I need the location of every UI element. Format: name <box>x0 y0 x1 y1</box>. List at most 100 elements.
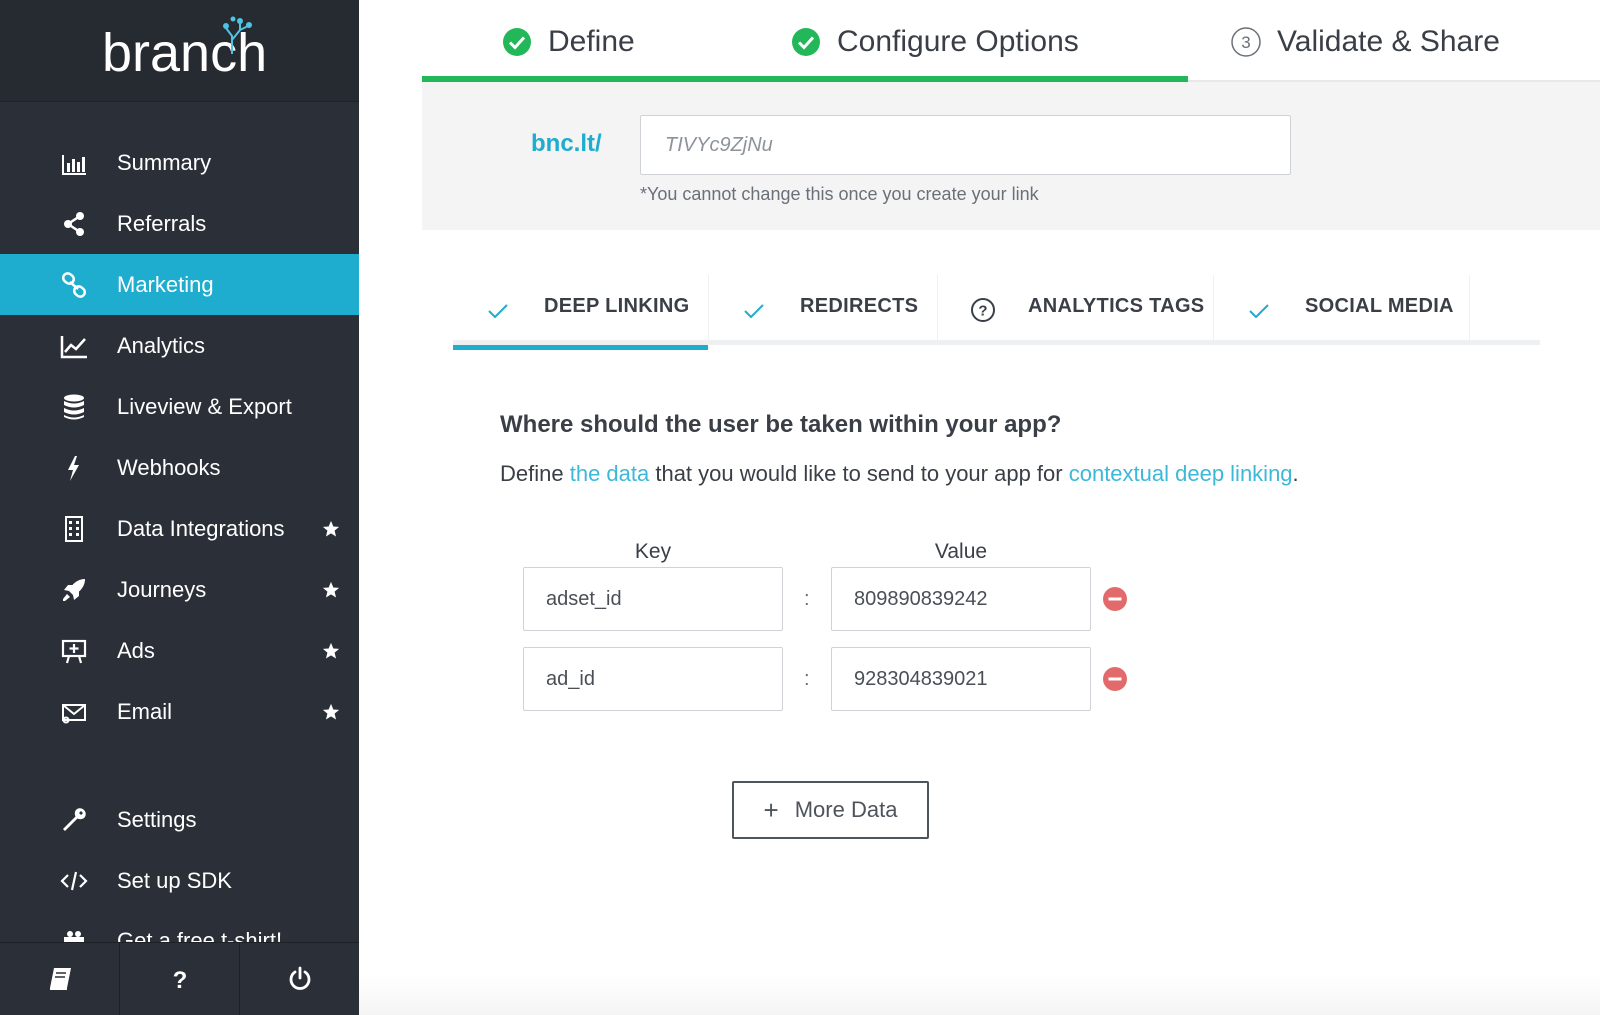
sidebar-item-data-integrations[interactable]: Data Integrations <box>0 498 359 559</box>
sidebar-item-setup-sdk[interactable]: Set up SDK <box>0 850 359 911</box>
check-icon <box>488 304 508 319</box>
sidebar-item-marketing[interactable]: Marketing <box>0 254 359 315</box>
section-description: Define the data that you would like to s… <box>500 461 1299 487</box>
bolt-icon <box>68 455 79 481</box>
sidebar-item-label: Marketing <box>117 271 214 297</box>
main-content: Define Configure Options 3 Validate & Sh… <box>359 0 1600 1015</box>
options-tabs: DEEP LINKING REDIRECTS ? ANALYTICS TAGS … <box>453 275 1540 350</box>
star-icon <box>322 581 340 598</box>
key-input[interactable] <box>523 567 783 631</box>
sidebar-item-label: Data Integrations <box>117 515 285 541</box>
step-configure-options[interactable]: Configure Options <box>791 22 1079 62</box>
link-icon <box>61 271 87 298</box>
help-icon: ? <box>172 967 187 992</box>
step-number-icon: 3 <box>1231 27 1261 57</box>
line-chart-icon <box>60 335 87 358</box>
power-icon <box>289 966 310 990</box>
code-icon <box>60 871 88 890</box>
star-icon <box>322 520 340 537</box>
remove-row-icon[interactable] <box>1102 666 1128 692</box>
value-input[interactable] <box>831 567 1091 631</box>
sidebar-item-label: Liveview & Export <box>117 393 292 419</box>
brand-logo[interactable]: branch <box>0 0 359 102</box>
step-define[interactable]: Define <box>502 22 635 62</box>
sidebar-item-label: Email <box>117 698 173 724</box>
rocket-icon <box>63 578 85 601</box>
sidebar-item-journeys[interactable]: Journeys <box>0 559 359 620</box>
sidebar-item-webhooks[interactable]: Webhooks <box>0 437 359 498</box>
svg-text:3: 3 <box>1241 33 1250 52</box>
logout-button[interactable] <box>240 943 359 1015</box>
sidebar-item-label: Summary <box>117 149 212 175</box>
check-circle-icon <box>503 28 531 56</box>
sidebar-item-label: Set up SDK <box>117 867 232 893</box>
check-icon <box>1249 304 1269 319</box>
tab-label: SOCIAL MEDIA <box>1305 295 1454 317</box>
sidebar-footer: ? <box>0 942 359 1015</box>
sidebar-item-liveview-export[interactable]: Liveview & Export <box>0 376 359 437</box>
stepper: Define Configure Options 3 Validate & Sh… <box>422 0 1600 82</box>
sidebar-item-summary[interactable]: Summary <box>0 132 359 193</box>
docs-button[interactable] <box>0 943 120 1015</box>
envelope-icon <box>62 703 86 723</box>
sidebar: branch Summary Referrals Marketing Analy… <box>0 0 359 1015</box>
kv-separator: : <box>804 668 810 690</box>
value-input[interactable] <box>831 647 1091 711</box>
tab-deep-linking[interactable]: DEEP LINKING <box>453 275 709 350</box>
svg-text:?: ? <box>978 303 987 320</box>
tab-redirects[interactable]: REDIRECTS <box>709 275 938 345</box>
sidebar-item-settings[interactable]: Settings <box>0 789 359 850</box>
desc-text: Define <box>500 461 570 486</box>
sidebar-item-label: Referrals <box>117 210 207 236</box>
star-icon <box>322 642 340 659</box>
more-data-label: More Data <box>794 797 898 822</box>
step-label: Configure Options <box>837 25 1079 58</box>
billboard-icon <box>61 639 87 663</box>
share-icon <box>64 211 84 236</box>
help-button[interactable]: ? <box>120 943 240 1015</box>
sidebar-item-label: Analytics <box>117 332 206 358</box>
section-heading: Where should the user be taken within yo… <box>500 411 1062 438</box>
tree-logo-icon <box>223 16 252 54</box>
sidebar-item-label: Journeys <box>117 576 207 602</box>
desc-text: . <box>1292 461 1299 486</box>
step-label: Define <box>548 25 635 58</box>
tab-label: REDIRECTS <box>800 295 919 317</box>
contextual-deep-linking-link[interactable]: contextual deep linking <box>1069 461 1293 486</box>
star-icon <box>322 703 340 720</box>
plus-icon: + <box>763 795 779 825</box>
more-data-button[interactable]: + More Data <box>732 781 929 839</box>
step-validate-share[interactable]: 3 Validate & Share <box>1231 22 1500 62</box>
remove-row-icon[interactable] <box>1102 586 1128 612</box>
key-input[interactable] <box>523 647 783 711</box>
tab-analytics-tags[interactable]: ? ANALYTICS TAGS <box>938 275 1214 345</box>
kv-separator: : <box>804 588 810 610</box>
tab-social-media[interactable]: SOCIAL MEDIA <box>1214 275 1470 345</box>
building-icon <box>65 515 83 542</box>
sidebar-item-ads[interactable]: Ads <box>0 620 359 681</box>
alias-note: *You cannot change this once you create … <box>640 184 1039 204</box>
bar-chart-icon <box>62 154 86 175</box>
gift-icon <box>64 931 84 942</box>
key-column-header: Key <box>634 540 672 563</box>
question-circle-icon: ? <box>971 298 995 322</box>
sidebar-item-analytics[interactable]: Analytics <box>0 315 359 376</box>
link-alias-panel: bnc.lt/ *You cannot change this once you… <box>422 82 1600 230</box>
sidebar-item-referrals[interactable]: Referrals <box>0 193 359 254</box>
sidebar-item-label: Webhooks <box>117 454 221 480</box>
sidebar-item-email[interactable]: Email <box>0 681 359 742</box>
the-data-link[interactable]: the data <box>570 461 650 486</box>
tab-label: ANALYTICS TAGS <box>1028 295 1205 317</box>
book-icon <box>49 968 71 990</box>
tab-label: DEEP LINKING <box>544 295 690 317</box>
link-alias-input[interactable] <box>640 115 1291 175</box>
desc-text: that you would like to send to your app … <box>649 461 1069 486</box>
sidebar-item-label: Get a free t-shirt! <box>117 928 283 942</box>
database-icon <box>64 394 84 419</box>
sidebar-item-label: Settings <box>117 806 197 832</box>
wrench-icon <box>63 807 86 831</box>
sidebar-item-free-tshirt[interactable]: Get a free t-shirt! <box>0 911 359 942</box>
sidebar-item-label: Ads <box>117 637 155 663</box>
page-bottom-shade <box>359 975 1600 1015</box>
link-domain: bnc.lt/ <box>531 130 602 157</box>
